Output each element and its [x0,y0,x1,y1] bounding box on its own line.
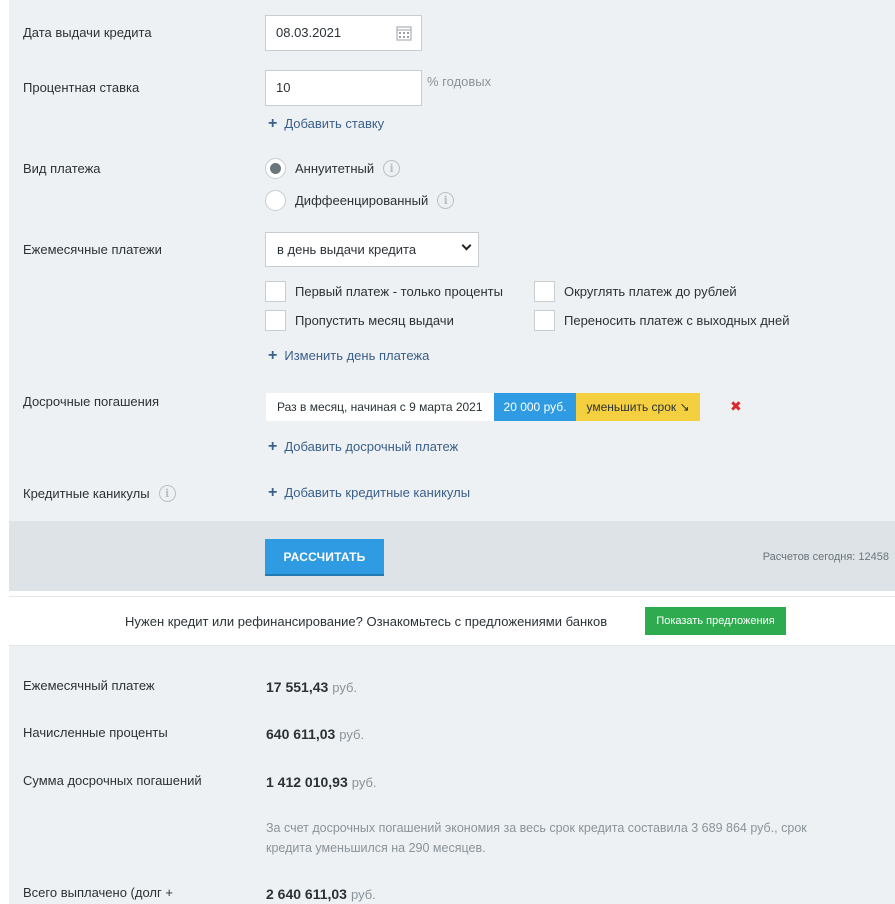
change-day-link[interactable]: + Изменить день платежа [268,347,430,364]
early-sum-label: Сумма досрочных погашений [23,773,202,788]
plus-icon: + [268,347,278,364]
check-weekends[interactable]: Переносить платеж с выходных дней [534,310,789,331]
add-holidays-link[interactable]: + Добавить кредитные каникулы [268,484,471,501]
early-period[interactable]: Раз в месяц, начиная с 9 марта 2021 [266,393,494,421]
payment-type-label: Вид платежа [23,161,101,176]
add-early-label: Добавить досрочный платеж [284,439,459,454]
check-round-label: Округлять платеж до рублей [564,284,737,299]
early-amount[interactable]: 20 000 руб. [493,393,577,421]
interest-value: 640 611,03 руб. [266,726,364,742]
show-offers-button[interactable]: Показать предложения [645,607,786,635]
monthly-payments-label: Ежемесячные платежи [23,242,162,257]
checkbox[interactable] [534,281,555,302]
rate-value: 10 [276,80,291,95]
early-sum-amount: 1 412 010,93 [266,774,348,790]
check-skip-month[interactable]: Пропустить месяц выдачи [265,310,454,331]
calendar-icon[interactable] [396,25,412,41]
chevron-down-icon [461,240,472,251]
radio-button-checked[interactable] [265,158,286,179]
currency: руб. [332,680,358,695]
radio-button[interactable] [265,190,286,211]
action-bar: РАССЧИТАТЬ Расчетов сегодня: 12458 [9,521,895,591]
plus-icon: + [268,484,278,501]
early-mode[interactable]: уменьшить срок ↘ [576,393,700,421]
add-rate-link[interactable]: + Добавить ставку [268,115,385,132]
early-sum-value: 1 412 010,93 руб. [266,774,377,790]
radio-differentiated[interactable]: Диффеенцированный i [265,190,455,211]
check-first-interest[interactable]: Первый платеж - только проценты [265,281,503,302]
total-value: 2 640 611,03 руб. [266,886,376,902]
currency: руб. [339,727,365,742]
total-label: Всего выплачено (долг + [23,885,173,900]
info-icon[interactable]: i [383,160,401,177]
add-rate-label: Добавить ставку [284,116,385,131]
rate-unit: % годовых [427,74,492,89]
change-day-label: Изменить день платежа [284,348,430,363]
checkbox[interactable] [534,310,555,331]
loan-form: Дата выдачи кредита 08.03.2021 Процентна… [9,0,895,521]
check-weekends-label: Переносить платеж с выходных дней [564,313,790,328]
radio-annuity-label: Аннуитетный [295,161,375,176]
plus-icon: + [268,115,278,132]
payment-day-value: в день выдачи кредита [277,242,417,257]
check-round[interactable]: Округлять платеж до рублей [534,281,737,302]
add-early-link[interactable]: + Добавить досрочный платеж [268,438,459,455]
checkbox[interactable] [265,310,286,331]
results-panel: Ежемесячный платеж 17 551,43 руб. Начисле… [9,646,895,904]
info-icon[interactable]: i [158,485,176,502]
radio-annuity[interactable]: Аннуитетный i [265,158,401,179]
currency: руб. [351,775,377,790]
promo-banner: Нужен кредит или рефинансирование? Ознак… [9,596,895,646]
interest-label: Начисленные проценты [23,725,168,740]
monthly-payment-value: 17 551,43 руб. [266,679,357,695]
calculate-button[interactable]: РАССЧИТАТЬ [265,539,384,574]
issue-date-input[interactable]: 08.03.2021 [265,15,422,51]
monthly-payment-amount: 17 551,43 [266,679,329,695]
early-repayments-label: Досрочные погашения [23,394,160,409]
savings-note: За счет досрочных погашений экономия за … [266,821,807,855]
interest-amount: 640 611,03 [266,726,336,742]
total-amount: 2 640 611,03 [266,886,347,902]
check-skip-month-label: Пропустить месяц выдачи [295,313,454,328]
currency: руб. [350,887,376,902]
holidays-label-row: Кредитные каникулы i [23,485,176,502]
issue-date-label: Дата выдачи кредита [23,25,152,40]
check-first-interest-label: Первый платеж - только проценты [295,284,503,299]
monthly-payment-label: Ежемесячный платеж [23,678,155,693]
promo-text: Нужен кредит или рефинансирование? Ознак… [125,614,608,629]
add-holidays-label: Добавить кредитные каникулы [284,485,471,500]
rate-input[interactable]: 10 [265,70,422,106]
radio-differentiated-label: Диффеенцированный [295,193,429,208]
rate-label: Процентная ставка [23,80,140,95]
holidays-label: Кредитные каникулы [23,486,150,501]
delete-icon[interactable]: ✖ [730,398,742,415]
early-repayment-item[interactable]: Раз в месяц, начиная с 9 марта 2021 20 0… [266,393,700,421]
plus-icon: + [268,438,278,455]
payment-day-select[interactable]: в день выдачи кредита [265,232,479,267]
info-icon[interactable]: i [437,192,455,209]
issue-date-value: 08.03.2021 [276,25,342,40]
checkbox[interactable] [265,281,286,302]
calc-counter: Расчетов сегодня: 12458 [762,551,889,563]
